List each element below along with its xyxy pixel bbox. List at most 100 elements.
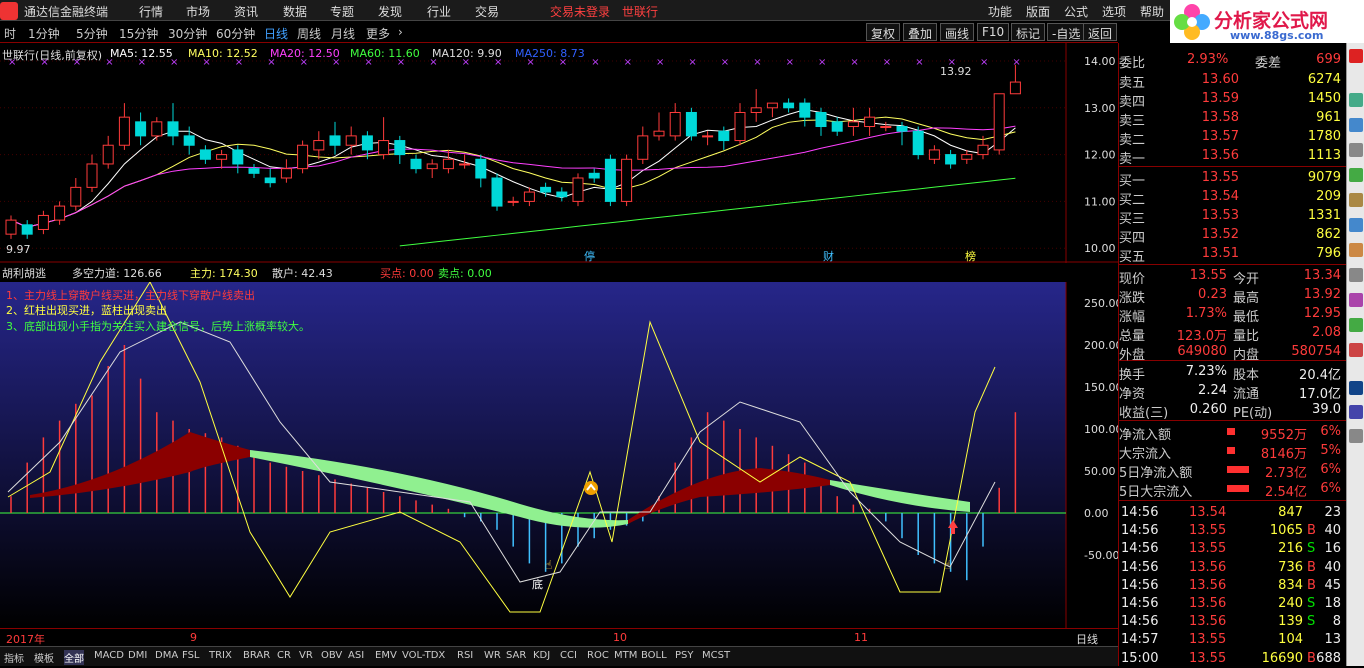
menu-item-hangye[interactable]: 行业 — [427, 3, 451, 20]
tab-mtm[interactable]: MTM — [614, 650, 637, 661]
tab-mcst[interactable]: MCST — [702, 650, 730, 661]
menu-item-banmian[interactable]: 版面 — [1026, 3, 1050, 20]
tab-wr[interactable]: WR — [484, 650, 501, 661]
candle — [702, 131, 714, 146]
sidebar-grid-icon[interactable] — [1349, 93, 1363, 107]
sidebar-f10-icon[interactable] — [1349, 193, 1363, 207]
menu-item-zixun[interactable]: 资讯 — [234, 3, 258, 20]
date-label-nov: 11 — [854, 631, 868, 644]
tick-volume: 834 — [1278, 577, 1303, 593]
ask-row: 卖一 13.56 1113 — [1119, 147, 1347, 167]
back-button[interactable]: 返回 — [1083, 23, 1118, 41]
candle: × — [556, 57, 568, 202]
tab-macd[interactable]: MACD — [94, 650, 124, 661]
login-status[interactable]: 交易未登录 — [550, 3, 610, 20]
tab-cci[interactable]: CCI — [560, 650, 577, 661]
tab-voltdx[interactable]: VOL-TDX — [402, 650, 445, 661]
tab-kdj[interactable]: KDJ — [533, 650, 550, 661]
tab-emv[interactable]: EMV — [375, 650, 397, 661]
tab-dmi[interactable]: DMI — [128, 650, 147, 661]
top-marker: × — [915, 57, 923, 68]
menu-item-xuanxiang[interactable]: 选项 — [1102, 3, 1126, 20]
candle — [410, 154, 422, 174]
menu-item-shichang[interactable]: 市场 — [186, 3, 210, 20]
sidebar-news-icon[interactable] — [1349, 218, 1363, 232]
tab-fsl[interactable]: FSL — [182, 650, 200, 661]
stat-label: 外盘 — [1119, 348, 1146, 363]
menu-item-hangqing[interactable]: 行情 — [139, 3, 163, 20]
sidebar-alert-icon[interactable] — [1349, 343, 1363, 357]
period-weekly[interactable]: 周线 — [297, 25, 321, 42]
kline-chart[interactable]: × × × × × × × × × × × × × × × × × × × × × × × × × × × × × × × × 14.0013… — [0, 43, 1118, 263]
period-daily[interactable]: 日线 — [264, 25, 288, 42]
tick-row: 14:57 13.55 104 13 — [1119, 631, 1347, 649]
stat2-value: 2.24 — [1198, 383, 1227, 398]
period-5min[interactable]: 5分钟 — [76, 25, 108, 42]
menu-item-zhuanti[interactable]: 专题 — [330, 3, 354, 20]
fuquan-button[interactable]: 复权 — [866, 23, 901, 41]
sidebar-note-icon[interactable] — [1349, 293, 1363, 307]
sidebar-flow-icon[interactable] — [1349, 168, 1363, 182]
tab-dma[interactable]: DMA — [155, 650, 178, 661]
candle: × — [685, 57, 697, 141]
sidebar-chart-icon[interactable] — [1349, 143, 1363, 157]
candle: × — [361, 57, 373, 160]
tab-indicator[interactable]: 指标 — [4, 650, 24, 665]
sidebar-tool-icon[interactable] — [1349, 243, 1363, 257]
sidebar-p-icon[interactable] — [1349, 49, 1363, 63]
sidebar-list-icon[interactable] — [1349, 118, 1363, 132]
menu-item-gongneng[interactable]: 功能 — [988, 3, 1012, 20]
menu-item-shuju[interactable]: 数据 — [283, 3, 307, 20]
mark-button[interactable]: 标记 — [1011, 23, 1046, 41]
period-monthly[interactable]: 月线 — [331, 25, 355, 42]
overlay-button[interactable]: 叠加 — [903, 23, 938, 41]
period-30min[interactable]: 30分钟 — [168, 25, 207, 42]
flow-pct: 5% — [1320, 443, 1341, 458]
ask-price: 13.59 — [1201, 91, 1239, 106]
period-fenshi[interactable]: 时 — [4, 25, 16, 42]
indicator-tick: 50.00 — [1084, 465, 1116, 478]
top-marker: × — [526, 57, 534, 68]
period-1min[interactable]: 1分钟 — [28, 25, 60, 42]
remove-favorite-button[interactable]: -自选 — [1047, 23, 1086, 41]
f10-button[interactable]: F10 — [977, 23, 1010, 41]
indicator-name[interactable]: 胡利胡逃 — [2, 265, 46, 281]
tab-obv[interactable]: OBV — [321, 650, 342, 661]
tab-roc[interactable]: ROC — [587, 650, 609, 661]
tab-trix[interactable]: TRIX — [209, 650, 232, 661]
candle — [216, 149, 228, 169]
menu-item-gongshi[interactable]: 公式 — [1064, 3, 1088, 20]
candle: × — [621, 57, 633, 207]
period-60min[interactable]: 60分钟 — [216, 25, 255, 42]
candle — [507, 196, 519, 207]
draw-line-button[interactable]: 画线 — [940, 23, 975, 41]
sidebar-settings-icon[interactable] — [1349, 429, 1363, 443]
tab-all[interactable]: 全部 — [64, 650, 84, 665]
app-title: 通达信金融终端 — [24, 5, 109, 19]
chevron-right-icon[interactable]: › — [398, 25, 403, 39]
menu-item-help[interactable]: 帮助 — [1140, 3, 1164, 20]
tab-template[interactable]: 模板 — [34, 650, 54, 665]
period-more[interactable]: 更多 — [366, 25, 390, 42]
bid-volume: 796 — [1316, 246, 1341, 261]
sidebar-check-icon[interactable] — [1349, 318, 1363, 332]
menu-item-faxian[interactable]: 发现 — [378, 3, 402, 20]
sidebar-book-icon[interactable] — [1349, 405, 1363, 419]
tab-psy[interactable]: PSY — [675, 650, 694, 661]
indicator-chart[interactable]: 250.00200.00150.00100.0050.000.00-50.00 … — [0, 282, 1118, 628]
tab-boll[interactable]: BOLL — [641, 650, 667, 661]
stat-label-2: 今开 — [1233, 272, 1260, 287]
tab-brar[interactable]: BRAR — [243, 650, 270, 661]
sidebar-rss-icon[interactable] — [1349, 381, 1363, 395]
divider — [1119, 500, 1347, 501]
tab-rsi[interactable]: RSI — [457, 650, 473, 661]
tab-sar[interactable]: SAR — [506, 650, 526, 661]
menu-item-jiaoyi[interactable]: 交易 — [475, 3, 499, 20]
tab-cr[interactable]: CR — [277, 650, 291, 661]
period-15min[interactable]: 15分钟 — [119, 25, 158, 42]
top-marker: × — [688, 57, 696, 68]
tab-vr[interactable]: VR — [299, 650, 313, 661]
candle — [766, 102, 778, 118]
tab-asi[interactable]: ASI — [348, 650, 364, 661]
sidebar-calc-icon[interactable] — [1349, 268, 1363, 282]
